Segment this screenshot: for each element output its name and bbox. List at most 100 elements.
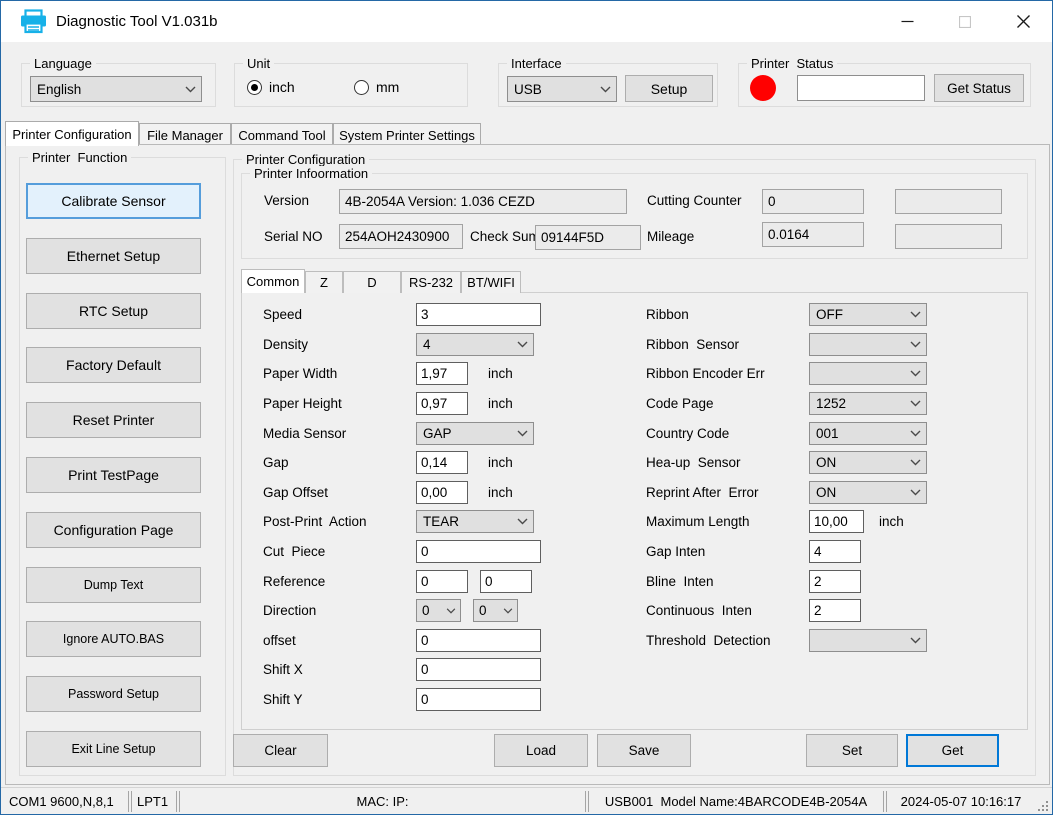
set-button[interactable]: Set: [806, 734, 898, 767]
statusbar-separator: [176, 791, 180, 812]
ignore-autobas-button[interactable]: Ignore AUTO.BAS: [26, 621, 201, 657]
configuration-page-button[interactable]: Configuration Page: [26, 512, 201, 548]
cut-piece-input[interactable]: [416, 540, 541, 563]
chevron-down-icon: [446, 608, 456, 614]
unit-inch-label: inch: [269, 79, 295, 95]
printer-status-field[interactable]: [797, 75, 925, 101]
density-select[interactable]: 4: [416, 333, 534, 356]
cutting-counter-label: Cutting Counter: [647, 193, 742, 208]
statusbar-com-port: COM1 9600,N,8,1: [1, 788, 127, 815]
subtab-d[interactable]: D: [343, 271, 401, 293]
maximize-icon: [959, 16, 971, 28]
speed-input[interactable]: [416, 303, 541, 326]
ribbon-sensor-select[interactable]: [809, 333, 927, 356]
offset-label: offset: [263, 633, 416, 648]
cutting-counter-field: 0: [762, 189, 864, 214]
gap-label: Gap: [263, 455, 416, 470]
calibrate-sensor-button[interactable]: Calibrate Sensor: [26, 183, 201, 219]
media-sensor-select[interactable]: GAP: [416, 422, 534, 445]
config-sub-tab-bar: Common Z D RS-232 BT/WIFI: [241, 269, 521, 293]
paper-height-unit: inch: [488, 396, 513, 411]
version-label: Version: [264, 193, 309, 208]
resize-grip-icon[interactable]: [1034, 788, 1052, 815]
statusbar-usb-model: USB001 Model Name:4BARCODE4B-2054A: [590, 788, 882, 815]
paper-width-input[interactable]: [416, 362, 468, 385]
field-row: Gap Inten: [646, 537, 1026, 567]
field-row: Maximum Length inch: [646, 507, 1026, 537]
chevron-down-icon: [910, 637, 921, 644]
dump-text-button[interactable]: Dump Text: [26, 567, 201, 603]
tab-printer-configuration[interactable]: Printer Configuration: [5, 121, 139, 146]
shift-y-input[interactable]: [416, 688, 541, 711]
country-code-select[interactable]: 001: [809, 422, 927, 445]
gap-offset-input[interactable]: [416, 481, 468, 504]
reset-printer-button[interactable]: Reset Printer: [26, 402, 201, 438]
shift-x-input[interactable]: [416, 658, 541, 681]
language-select[interactable]: English: [30, 76, 202, 102]
ribbon-encoder-err-select[interactable]: [809, 362, 927, 385]
direction-first-select[interactable]: 0: [416, 599, 461, 622]
get-button[interactable]: Get: [906, 734, 999, 767]
mileage-field: 0.0164: [762, 222, 864, 247]
reprint-after-error-select[interactable]: ON: [809, 481, 927, 504]
field-row: Ribbon Sensor: [646, 330, 1026, 360]
factory-default-button[interactable]: Factory Default: [26, 347, 201, 383]
reference-label: Reference: [263, 574, 416, 589]
country-code-label: Country Code: [646, 426, 809, 441]
print-testpage-button[interactable]: Print TestPage: [26, 457, 201, 493]
field-row: Code Page 1252: [646, 389, 1026, 419]
exit-line-setup-button[interactable]: Exit Line Setup: [26, 731, 201, 767]
reference-y-input[interactable]: [480, 570, 532, 593]
reference-x-input[interactable]: [416, 570, 468, 593]
interface-select[interactable]: USB: [507, 76, 617, 102]
ethernet-setup-button[interactable]: Ethernet Setup: [26, 238, 201, 274]
chevron-down-icon: [600, 86, 611, 93]
field-row: Hea-up Sensor ON: [646, 448, 1026, 478]
paper-height-label: Paper Height: [263, 396, 416, 411]
chevron-down-icon: [910, 400, 921, 407]
gap-offset-unit: inch: [488, 485, 513, 500]
tab-file-manager[interactable]: File Manager: [139, 123, 231, 146]
shift-x-label: Shift X: [263, 662, 416, 677]
bline-inten-input[interactable]: [809, 570, 861, 593]
subtab-rs232[interactable]: RS-232: [401, 271, 461, 293]
save-button[interactable]: Save: [597, 734, 691, 767]
maximum-length-input[interactable]: [809, 510, 864, 533]
bline-inten-label: Bline Inten: [646, 574, 809, 589]
subtab-btwifi[interactable]: BT/WIFI: [461, 271, 521, 293]
close-icon: [1017, 15, 1030, 28]
threshold-detection-select[interactable]: [809, 629, 927, 652]
unit-mm-radio[interactable]: [354, 80, 369, 95]
offset-input[interactable]: [416, 629, 541, 652]
head-up-sensor-select[interactable]: ON: [809, 451, 927, 474]
paper-height-input[interactable]: [416, 392, 468, 415]
chevron-down-icon: [910, 341, 921, 348]
post-print-action-select[interactable]: TEAR: [416, 510, 534, 533]
password-setup-button[interactable]: Password Setup: [26, 676, 201, 712]
paper-width-label: Paper Width: [263, 366, 416, 381]
unit-inch-radio[interactable]: [247, 80, 262, 95]
version-field: 4B-2054A Version: 1.036 CEZD: [339, 189, 627, 214]
get-status-button[interactable]: Get Status: [934, 74, 1024, 102]
gap-input[interactable]: [416, 451, 468, 474]
continuous-inten-input[interactable]: [809, 599, 861, 622]
check-sum-label: Check Sum: [470, 229, 540, 244]
close-button[interactable]: [994, 1, 1052, 42]
subtab-z[interactable]: Z: [305, 271, 343, 293]
setup-button[interactable]: Setup: [625, 75, 713, 102]
subtab-common[interactable]: Common: [241, 269, 305, 293]
clear-button[interactable]: Clear: [233, 734, 328, 767]
tab-command-tool[interactable]: Command Tool: [231, 123, 333, 146]
tab-system-printer-settings[interactable]: System Printer Settings: [333, 123, 481, 146]
minimize-button[interactable]: [878, 1, 936, 42]
load-button[interactable]: Load: [494, 734, 588, 767]
gap-inten-input[interactable]: [809, 540, 861, 563]
head-up-sensor-label: Hea-up Sensor: [646, 455, 809, 470]
direction-second-select[interactable]: 0: [473, 599, 518, 622]
post-print-action-label: Post-Print Action: [263, 514, 416, 529]
ribbon-select[interactable]: OFF: [809, 303, 927, 326]
ribbon-label: Ribbon: [646, 307, 809, 322]
code-page-select[interactable]: 1252: [809, 392, 927, 415]
rtc-setup-button[interactable]: RTC Setup: [26, 293, 201, 329]
printer-function-buttons: Calibrate Sensor Ethernet Setup RTC Setu…: [26, 183, 201, 767]
